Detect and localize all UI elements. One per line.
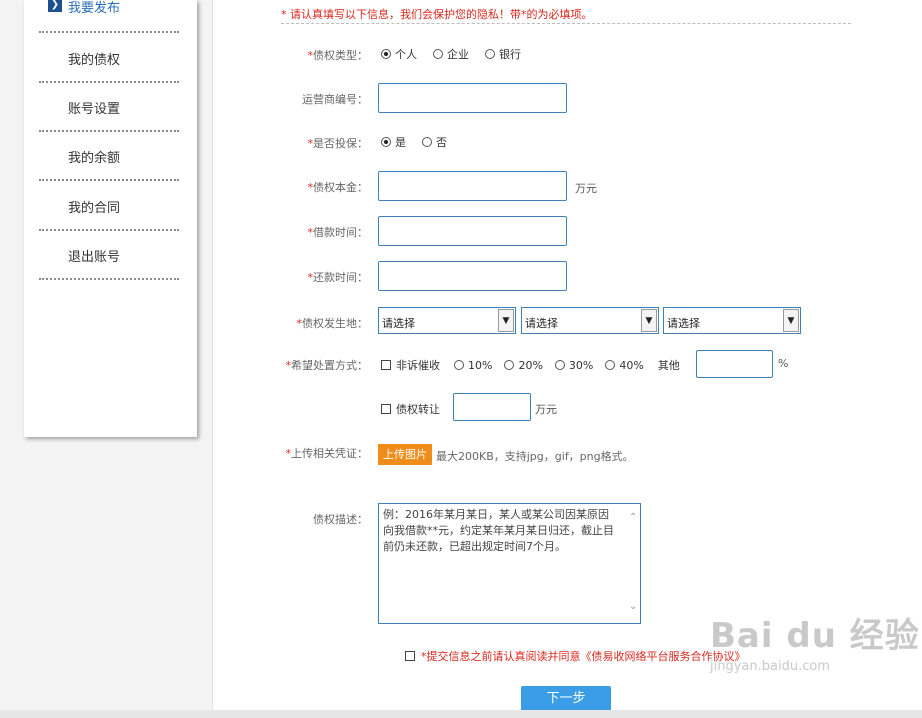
- principal-label: *债权本金：: [307, 181, 369, 194]
- next-step-button[interactable]: 下一步: [521, 686, 611, 712]
- sidebar-item-logout[interactable]: 退出账号: [39, 230, 179, 280]
- radio-rate-40[interactable]: 40%: [605, 359, 644, 372]
- sidebar-item-label: 我要发布: [68, 1, 121, 16]
- repay-date-label: *还款时间：: [307, 271, 369, 284]
- sidebar-item-balance[interactable]: 我的余额: [39, 131, 179, 181]
- transfer-option: 债权转让: [381, 401, 456, 417]
- sidebar-item-account-settings[interactable]: 账号设置: [39, 82, 179, 132]
- claim-type-radios: 个人 企业 银行: [381, 46, 537, 62]
- chevron-down-icon: ▼: [783, 309, 799, 332]
- radio-icon: [504, 360, 515, 370]
- agreement-checkbox[interactable]: [405, 651, 415, 661]
- radio-rate-10[interactable]: 10%: [454, 359, 492, 372]
- description-textarea[interactable]: 例：2016年某月某日，某人或某公司因某原因向我借款**元，约定某年某月某日归还…: [378, 503, 641, 624]
- other-rate-input[interactable]: [696, 350, 773, 378]
- radio-rate-30[interactable]: 30%: [554, 359, 593, 372]
- radio-icon: [485, 49, 495, 59]
- sidebar-item-label: 退出账号: [68, 250, 121, 265]
- percent-unit: %: [778, 357, 789, 370]
- watermark-url: jingyan.baidu.com: [710, 659, 830, 674]
- chevron-down-icon: ⌄: [629, 601, 638, 612]
- city-select[interactable]: 请选择 ▼: [521, 307, 659, 334]
- operator-no-input[interactable]: [378, 83, 567, 113]
- upload-note: 最大200KB，支持jpg，gif，png格式。: [436, 450, 634, 463]
- insured-radios: 是 否: [381, 134, 463, 150]
- loan-date-label: *借款时间：: [307, 226, 369, 239]
- operator-no-label: 运营商编号：: [302, 93, 368, 106]
- chevron-right-icon: ❯: [48, 0, 62, 12]
- principal-input[interactable]: [378, 171, 567, 201]
- radio-selected-icon: [381, 137, 391, 147]
- textarea-scrollbar[interactable]: ⌃ ⌄: [626, 504, 640, 623]
- district-select[interactable]: 请选择 ▼: [663, 307, 801, 334]
- radio-enterprise[interactable]: 企业: [433, 46, 469, 62]
- transfer-amount-input[interactable]: [453, 393, 531, 421]
- claim-type-label: *债权类型：: [307, 49, 369, 62]
- chevron-up-icon: ⌃: [629, 512, 638, 523]
- baidu-watermark: Bai du 经验 jingyan.baidu.com: [710, 608, 920, 674]
- radio-individual[interactable]: 个人: [381, 46, 417, 62]
- principal-unit: 万元: [575, 182, 597, 195]
- sidebar-item-label: 我的合同: [68, 201, 121, 216]
- sidebar-item-my-claims[interactable]: 我的债权: [39, 33, 179, 83]
- checkbox-icon: [381, 404, 391, 414]
- location-label: *债权发生地：: [296, 317, 369, 330]
- disposal-options: 非诉催收 10% 20% 30% 40% 其他: [381, 357, 680, 373]
- chevron-down-icon: ▼: [498, 309, 514, 332]
- radio-yes[interactable]: 是: [381, 134, 406, 150]
- other-label: 其他: [657, 359, 680, 372]
- radio-selected-icon: [381, 49, 391, 59]
- sidebar-item-label: 我的债权: [68, 53, 121, 68]
- sidebar-item-label: 我的余额: [68, 151, 121, 166]
- sidebar-item-contracts[interactable]: 我的合同: [39, 181, 179, 231]
- upload-image-button[interactable]: 上传图片: [378, 444, 432, 465]
- checkbox-collection[interactable]: 非诉催收: [381, 357, 440, 373]
- chevron-down-icon: ▼: [641, 309, 657, 332]
- checkbox-transfer[interactable]: 债权转让: [381, 401, 440, 417]
- radio-icon: [454, 360, 464, 370]
- required-notice: * 请认真填写以下信息，我们会保护您的隐私！带*的为必填项。: [281, 8, 593, 21]
- radio-icon: [422, 137, 432, 147]
- watermark-brand: Bai du 经验: [710, 616, 920, 656]
- upload-label: *上传相关凭证：: [285, 447, 369, 460]
- loan-date-input[interactable]: [378, 216, 567, 246]
- transfer-unit: 万元: [535, 403, 557, 416]
- sidebar-item-label: 账号设置: [68, 102, 121, 117]
- radio-icon: [605, 360, 616, 370]
- description-label: 债权描述：: [313, 513, 368, 526]
- checkbox-icon: [381, 360, 391, 370]
- main-form-panel: * 请认真填写以下信息，我们会保护您的隐私！带*的为必填项。 *债权类型： 个人…: [212, 0, 922, 712]
- description-placeholder: 例：2016年某月某日，某人或某公司因某原因向我借款**元，约定某年某月某日归还…: [383, 508, 614, 553]
- radio-rate-20[interactable]: 20%: [504, 359, 543, 372]
- sidebar: ❯ 我要发布 我的债权 账号设置 我的余额 我的合同 退出账号: [24, 0, 197, 437]
- radio-bank[interactable]: 银行: [485, 46, 521, 62]
- divider: [281, 23, 851, 24]
- province-select[interactable]: 请选择 ▼: [378, 307, 516, 334]
- sidebar-item-publish[interactable]: ❯ 我要发布: [39, 0, 179, 33]
- agreement-text[interactable]: *提交信息之前请认真阅读并同意《债易收网络平台服务合作协议》: [421, 648, 746, 664]
- radio-icon: [554, 360, 565, 370]
- agreement-row: *提交信息之前请认真阅读并同意《债易收网络平台服务合作协议》: [405, 648, 746, 664]
- insured-label: *是否投保：: [307, 137, 369, 150]
- radio-icon: [433, 49, 443, 59]
- bottom-bar: [0, 710, 922, 718]
- disposal-label: *希望处置方式：: [285, 359, 369, 372]
- repay-date-input[interactable]: [378, 261, 567, 291]
- radio-no[interactable]: 否: [422, 134, 447, 150]
